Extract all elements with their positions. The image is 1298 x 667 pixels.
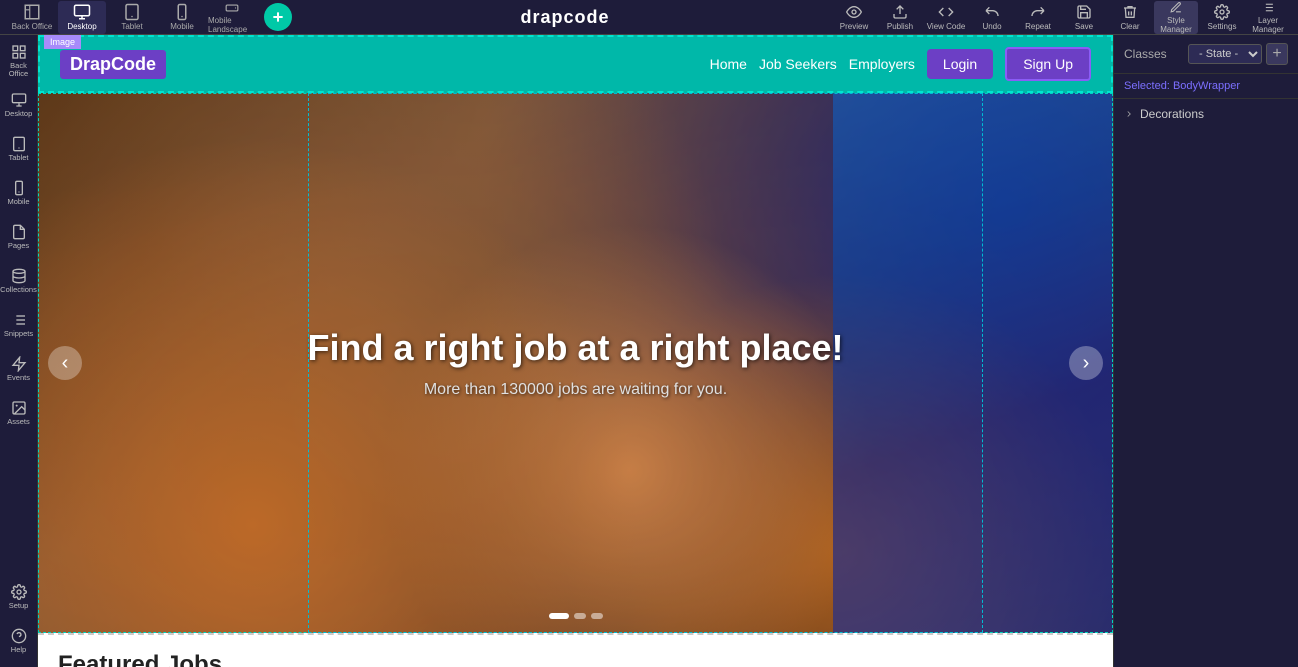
- assets-label: Assets: [7, 418, 30, 426]
- sidebar-item-mobile[interactable]: Mobile: [0, 171, 38, 215]
- repeat-label: Repeat: [1025, 22, 1051, 31]
- sidebar-item-setup[interactable]: Setup: [0, 575, 38, 619]
- clear-label: Clear: [1120, 22, 1139, 31]
- nav-link-job-seekers[interactable]: Job Seekers: [759, 56, 837, 72]
- repeat-button[interactable]: Repeat: [1016, 1, 1060, 34]
- sidebar-item-tablet[interactable]: Tablet: [0, 127, 38, 171]
- carousel-prev-button[interactable]: ‹: [48, 346, 82, 380]
- tablet-label: Tablet: [121, 22, 142, 31]
- layer-manager-label: Layer Manager: [1246, 16, 1290, 34]
- landscape-label: Mobile Landscape: [208, 16, 256, 34]
- featured-jobs-title: Featured Jobs: [58, 651, 1093, 667]
- sidebar-item-help[interactable]: Help: [0, 619, 38, 663]
- style-manager-label: Style Manager: [1154, 16, 1198, 34]
- view-code-button[interactable]: View Code: [924, 1, 968, 34]
- decorations-label: Decorations: [1140, 107, 1204, 121]
- publish-button[interactable]: Publish: [878, 1, 922, 34]
- help-label: Help: [11, 646, 26, 654]
- preview-label: Preview: [840, 22, 868, 31]
- top-toolbar: Back Office Desktop Tablet Mobile Mobile…: [0, 0, 1298, 35]
- sidebar-item-snippets[interactable]: Snippets: [0, 303, 38, 347]
- brand-name: DrapCode: [60, 50, 166, 79]
- publish-label: Publish: [887, 22, 913, 31]
- toolbar-left: Back Office Desktop Tablet Mobile Mobile…: [8, 1, 298, 34]
- device-landscape[interactable]: Mobile Landscape: [208, 1, 256, 34]
- sidebar-item-collections[interactable]: Collections: [0, 259, 38, 303]
- image-label: Image: [44, 35, 81, 49]
- mobile-sidebar-label: Mobile: [7, 198, 29, 206]
- add-class-button[interactable]: +: [1266, 43, 1288, 65]
- main-area: Back Office Desktop Tablet Mobile Pages …: [0, 35, 1298, 667]
- sidebar-item-events[interactable]: Events: [0, 347, 38, 391]
- device-desktop[interactable]: Desktop: [58, 1, 106, 34]
- state-controls: - State - +: [1188, 43, 1288, 65]
- toolbar-back-office[interactable]: Back Office: [8, 1, 56, 34]
- right-panel-header: Classes - State - +: [1114, 35, 1298, 74]
- back-office-label: Back Office: [12, 22, 53, 31]
- view-code-label: View Code: [927, 22, 966, 31]
- sidebar-item-pages[interactable]: Pages: [0, 215, 38, 259]
- nav-links: Home Job Seekers Employers Login Sign Up: [710, 47, 1091, 81]
- back-office-sidebar-label: Back Office: [2, 62, 36, 79]
- settings-button[interactable]: Settings: [1200, 1, 1244, 34]
- right-panel: Classes - State - + Selected: BodyWrappe…: [1113, 35, 1298, 667]
- carousel-next-button[interactable]: ›: [1069, 346, 1103, 380]
- selected-value: BodyWrapper: [1173, 80, 1240, 92]
- add-component-button[interactable]: [264, 3, 292, 31]
- layer-manager-button[interactable]: Layer Manager: [1246, 1, 1290, 34]
- carousel-dot-1[interactable]: [549, 613, 569, 619]
- carousel-dot-3[interactable]: [591, 613, 603, 619]
- app-title: drapcode: [520, 7, 609, 28]
- hero-subtitle: More than 130000 jobs are waiting for yo…: [424, 381, 727, 399]
- website-preview: DrapCode Image DrapCode Home Job Seekers…: [38, 35, 1113, 667]
- setup-label: Setup: [9, 602, 29, 610]
- sidebar-item-back-office[interactable]: Back Office: [0, 39, 38, 83]
- sidebar-item-assets[interactable]: Assets: [0, 391, 38, 435]
- style-manager-button[interactable]: Style Manager: [1154, 1, 1198, 34]
- pages-label: Pages: [8, 242, 29, 250]
- sidebar-item-desktop[interactable]: Desktop: [0, 83, 38, 127]
- login-button[interactable]: Login: [927, 49, 993, 79]
- toolbar-right: Preview Publish View Code Undo Repeat Sa…: [832, 1, 1290, 34]
- clear-button[interactable]: Clear: [1108, 1, 1152, 34]
- save-button[interactable]: Save: [1062, 1, 1106, 34]
- device-mobile[interactable]: Mobile: [158, 1, 206, 34]
- left-sidebar: Back Office Desktop Tablet Mobile Pages …: [0, 35, 38, 667]
- desktop-label: Desktop: [67, 22, 96, 31]
- hero-title: Find a right job at a right place!: [307, 327, 843, 369]
- nav-link-home[interactable]: Home: [710, 56, 747, 72]
- featured-section: Featured Jobs: [38, 633, 1113, 667]
- preview-button[interactable]: Preview: [832, 1, 876, 34]
- selected-info: Selected: BodyWrapper: [1114, 74, 1298, 99]
- nav-link-employers[interactable]: Employers: [849, 56, 915, 72]
- signup-button[interactable]: Sign Up: [1005, 47, 1091, 81]
- app-name-label: drapcode: [520, 7, 609, 28]
- events-label: Events: [7, 374, 30, 382]
- carousel-dots: [549, 613, 603, 619]
- selected-label: Selected:: [1124, 80, 1170, 92]
- device-tablet[interactable]: Tablet: [108, 1, 156, 34]
- snippets-label: Snippets: [4, 330, 33, 338]
- tablet-sidebar-label: Tablet: [8, 154, 28, 162]
- hero-section: ‹ Find a right job at a right place! Mor…: [38, 93, 1113, 633]
- undo-button[interactable]: Undo: [970, 1, 1014, 34]
- brand-container: DrapCode: [60, 50, 166, 79]
- canvas-area[interactable]: DrapCode Image DrapCode Home Job Seekers…: [38, 35, 1113, 667]
- collections-label: Collections: [0, 286, 37, 294]
- desktop-sidebar-label: Desktop: [5, 110, 33, 118]
- hero-content: Find a right job at a right place! More …: [38, 93, 1113, 633]
- decorations-item[interactable]: Decorations: [1114, 99, 1298, 129]
- state-dropdown[interactable]: - State -: [1188, 44, 1262, 64]
- undo-label: Undo: [982, 22, 1001, 31]
- classes-label: Classes: [1124, 47, 1167, 61]
- carousel-dot-2[interactable]: [574, 613, 586, 619]
- save-label: Save: [1075, 22, 1093, 31]
- mobile-label: Mobile: [170, 22, 194, 31]
- settings-label: Settings: [1208, 22, 1237, 31]
- preview-navbar: DrapCode Image DrapCode Home Job Seekers…: [38, 35, 1113, 93]
